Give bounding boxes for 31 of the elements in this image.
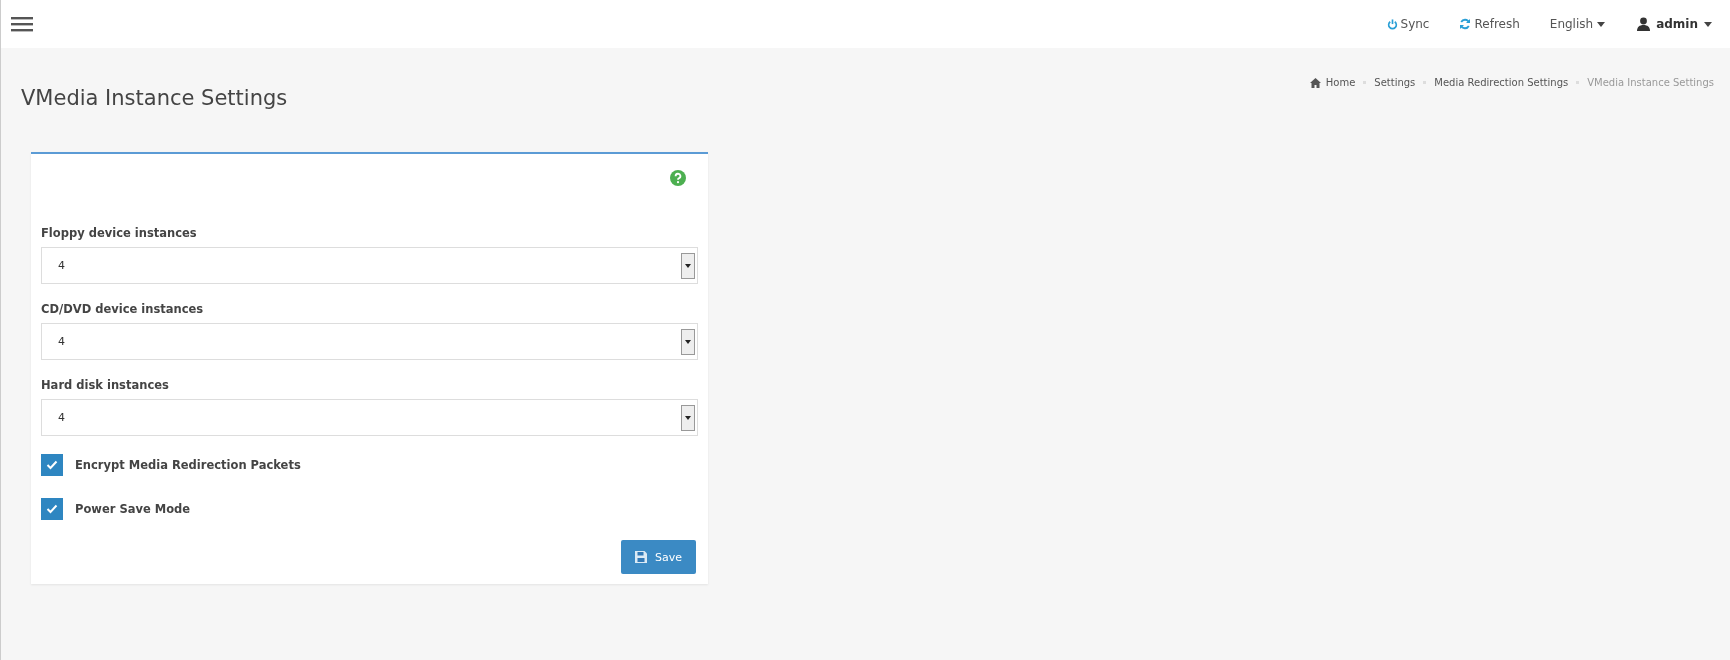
refresh-button[interactable]: Refresh [1459,17,1520,31]
checkbox[interactable] [41,498,63,520]
breadcrumb-link[interactable]: Media Redirection Settings [1434,77,1569,88]
breadcrumb-current: VMedia Instance Settings [1587,77,1714,88]
page-title: VMedia Instance Settings [21,86,288,110]
floppy-icon [635,551,647,563]
help-icon[interactable] [670,170,686,186]
checkbox[interactable] [41,454,63,476]
checkbox-label: Power Save Mode [75,502,191,516]
check-icon [46,504,58,514]
caret-icon [1704,21,1712,27]
checkbox-label: Encrypt Media Redirection Packets [75,458,301,472]
field-label: Hard disk instances [41,378,170,392]
select-field[interactable]: 4 [41,323,698,360]
select-field[interactable]: 4 [41,247,698,284]
language-dropdown[interactable]: English [1549,17,1606,31]
sync-button[interactable]: Sync [1386,17,1430,31]
breadcrumb-link[interactable]: Settings [1374,77,1416,88]
home-icon [1309,77,1321,88]
caret-icon [1597,21,1606,27]
breadcrumb-link[interactable]: Home [1325,77,1356,88]
save-button[interactable]: Save [621,540,696,574]
field-label: Floppy device instances [41,226,198,240]
user-icon [1637,17,1651,31]
check-icon [46,460,58,470]
power-icon [1386,18,1398,30]
select-field[interactable]: 4 [41,399,698,436]
user-menu[interactable]: admin [1637,17,1712,31]
menu-icon[interactable] [11,16,33,32]
refresh-icon [1459,18,1472,30]
field-label: CD/DVD device instances [41,302,205,316]
